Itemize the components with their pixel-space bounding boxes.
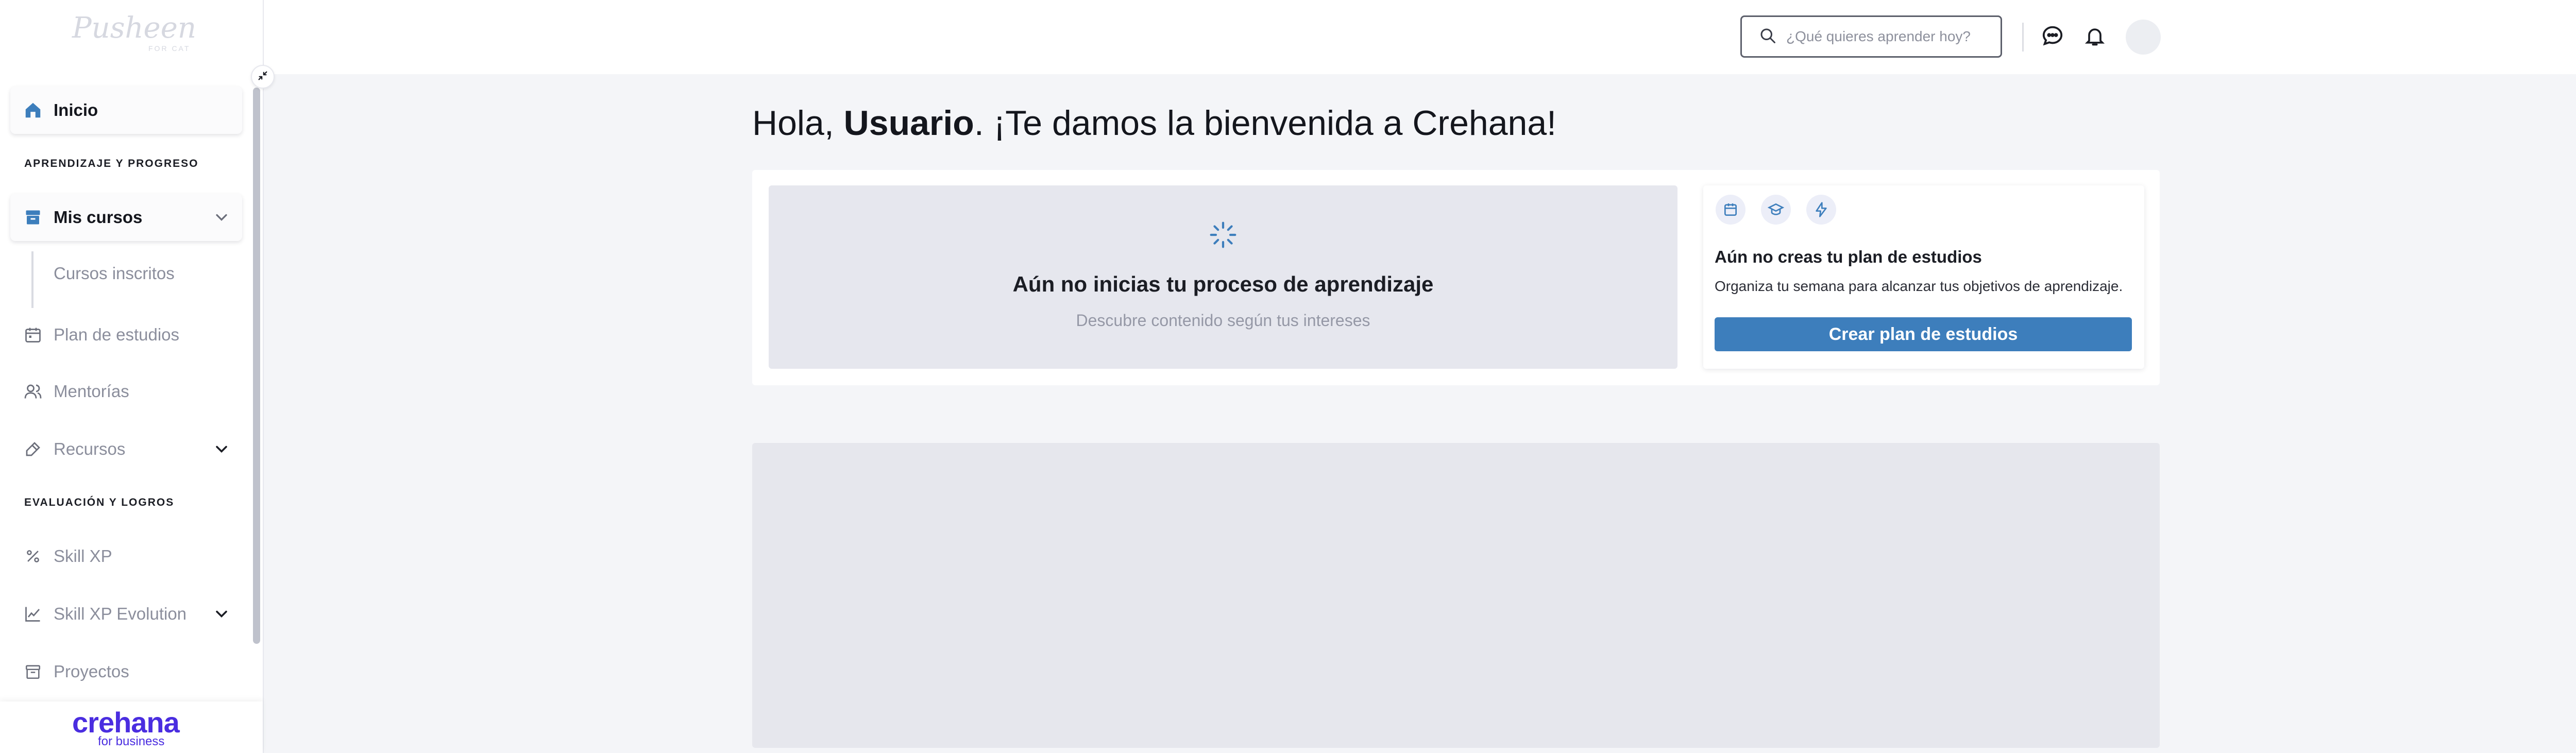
top-bar <box>264 0 2576 74</box>
logo-subtext: FOR CAT <box>148 44 191 53</box>
loading-icon <box>1209 220 1238 249</box>
sidebar-item-label: Mentorías <box>54 382 129 401</box>
home-icon <box>23 100 43 121</box>
sidebar-scrollbar[interactable] <box>253 88 260 644</box>
section-title: APRENDIZAJE Y PROGRESO <box>24 158 199 169</box>
plan-title: Aún no creas tu plan de estudios <box>1715 247 1982 266</box>
graduation-cap-icon <box>1761 195 1791 225</box>
create-plan-button[interactable]: Crear plan de estudios <box>1715 317 2132 351</box>
collapse-sidebar-button[interactable] <box>251 65 275 89</box>
sidebar-item-skill-xp-evolution[interactable]: Skill XP Evolution <box>10 590 242 638</box>
sidebar-item-label: Skill XP Evolution <box>54 604 187 623</box>
topbar-divider <box>2022 23 2024 52</box>
search-icon <box>1758 26 1777 47</box>
user-name: Usuario <box>843 104 974 143</box>
sidebar-item-label: Recursos <box>54 439 126 458</box>
chat-icon[interactable] <box>2039 23 2066 49</box>
avatar[interactable] <box>2126 20 2161 55</box>
chevron-up-icon[interactable] <box>212 208 231 227</box>
users-icon <box>23 381 43 402</box>
lightning-icon <box>1806 195 1836 225</box>
page-title: Hola, Usuario. ¡Te damos la bienvenida a… <box>752 103 1556 143</box>
empty-state-title: Aún no inicias tu proceso de aprendizaje <box>1012 272 1434 296</box>
company-logo: Pusheen FOR CAT <box>72 11 196 58</box>
search-box[interactable] <box>1740 15 2002 58</box>
sidebar-item-inicio[interactable]: Inicio <box>10 87 242 134</box>
collapse-icon <box>257 70 268 84</box>
content-placeholder <box>752 443 2160 748</box>
sidebar-item-skill-xp[interactable]: Skill XP <box>10 533 242 580</box>
calendar-icon <box>23 324 43 345</box>
chevron-down-icon[interactable] <box>212 605 231 623</box>
section-title: EVALUACIÓN Y LOGROS <box>24 497 175 508</box>
crehana-logo-sub: for business <box>98 734 165 748</box>
tools-icon <box>23 439 43 459</box>
calendar-icon <box>1716 195 1745 225</box>
sidebar-item-plan-de-estudios[interactable]: Plan de estudios <box>10 311 242 358</box>
empty-state-subtitle[interactable]: Descubre contenido según tus intereses <box>769 311 1677 330</box>
submenu-line <box>31 251 33 308</box>
sidebar-item-mis-cursos[interactable]: Mis cursos <box>10 194 242 241</box>
chart-icon <box>23 604 43 624</box>
search-input[interactable] <box>1785 28 1983 45</box>
sidebar-item-mentorias[interactable]: Mentorías <box>10 368 242 415</box>
percent-icon <box>23 546 43 567</box>
greeting-suffix: . ¡Te damos la bienvenida a Crehana! <box>974 104 1557 143</box>
sidebar-item-label: Inicio <box>54 100 98 119</box>
sidebar-item-label: Proyectos <box>54 662 129 681</box>
archive-icon <box>23 207 43 228</box>
sidebar-subitem-cursos-inscritos[interactable]: Cursos inscritos <box>54 264 175 283</box>
sidebar: Pusheen FOR CAT Inicio APRENDIZAJE Y PRO… <box>0 0 264 753</box>
sidebar-item-label: Skill XP <box>54 546 112 566</box>
logo-text: Pusheen <box>72 11 196 45</box>
sidebar-item-recursos[interactable]: Recursos <box>10 425 242 473</box>
sidebar-item-proyectos[interactable]: Proyectos <box>10 648 242 695</box>
sidebar-item-label: Plan de estudios <box>54 325 180 344</box>
greeting-prefix: Hola, <box>752 104 844 143</box>
bell-icon[interactable] <box>2081 23 2108 49</box>
box-icon <box>23 661 43 682</box>
chevron-down-icon[interactable] <box>212 440 231 458</box>
sidebar-item-label: Mis cursos <box>54 208 143 227</box>
plan-description: Organiza tu semana para alcanzar tus obj… <box>1715 278 2123 294</box>
